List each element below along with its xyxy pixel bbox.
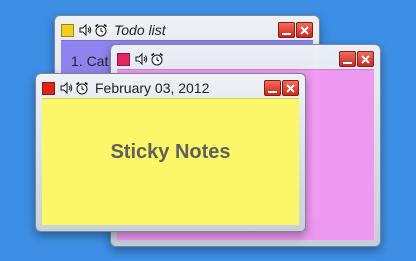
speaker-icon[interactable] — [59, 81, 73, 95]
yellow-note-window[interactable]: February 03, 2012 Sticky Notes — [35, 73, 306, 232]
todo-list-item[interactable]: 1. Cat — [71, 53, 108, 69]
minimize-icon — [268, 90, 277, 93]
close-icon — [361, 54, 370, 64]
yellow-note-title[interactable]: February 03, 2012 — [95, 80, 209, 96]
alarm-clock-icon[interactable] — [150, 52, 164, 66]
close-icon — [286, 83, 295, 93]
todo-note-titlebar[interactable]: Todo list — [61, 20, 313, 40]
alarm-clock-icon[interactable] — [75, 81, 89, 95]
yellow-note-content[interactable]: Sticky Notes — [42, 98, 299, 225]
minimize-icon — [343, 61, 352, 64]
minimize-button[interactable] — [339, 51, 356, 67]
yellow-note-body-text[interactable]: Sticky Notes — [42, 141, 299, 164]
color-swatch-todo[interactable] — [61, 23, 74, 37]
minimize-icon — [282, 32, 291, 35]
close-icon — [300, 25, 309, 35]
alarm-clock-icon[interactable] — [94, 23, 108, 37]
yellow-note-titlebar[interactable]: February 03, 2012 — [42, 78, 299, 98]
pink-note-titlebar[interactable] — [117, 49, 374, 69]
close-button[interactable] — [296, 22, 313, 38]
close-button[interactable] — [282, 80, 299, 96]
close-button[interactable] — [357, 51, 374, 67]
color-swatch-pink[interactable] — [117, 52, 130, 66]
todo-note-title[interactable]: Todo list — [114, 22, 166, 38]
color-swatch-yellow[interactable] — [42, 81, 55, 95]
minimize-button[interactable] — [264, 80, 281, 96]
speaker-icon[interactable] — [134, 52, 148, 66]
minimize-button[interactable] — [278, 22, 295, 38]
speaker-icon[interactable] — [78, 23, 92, 37]
